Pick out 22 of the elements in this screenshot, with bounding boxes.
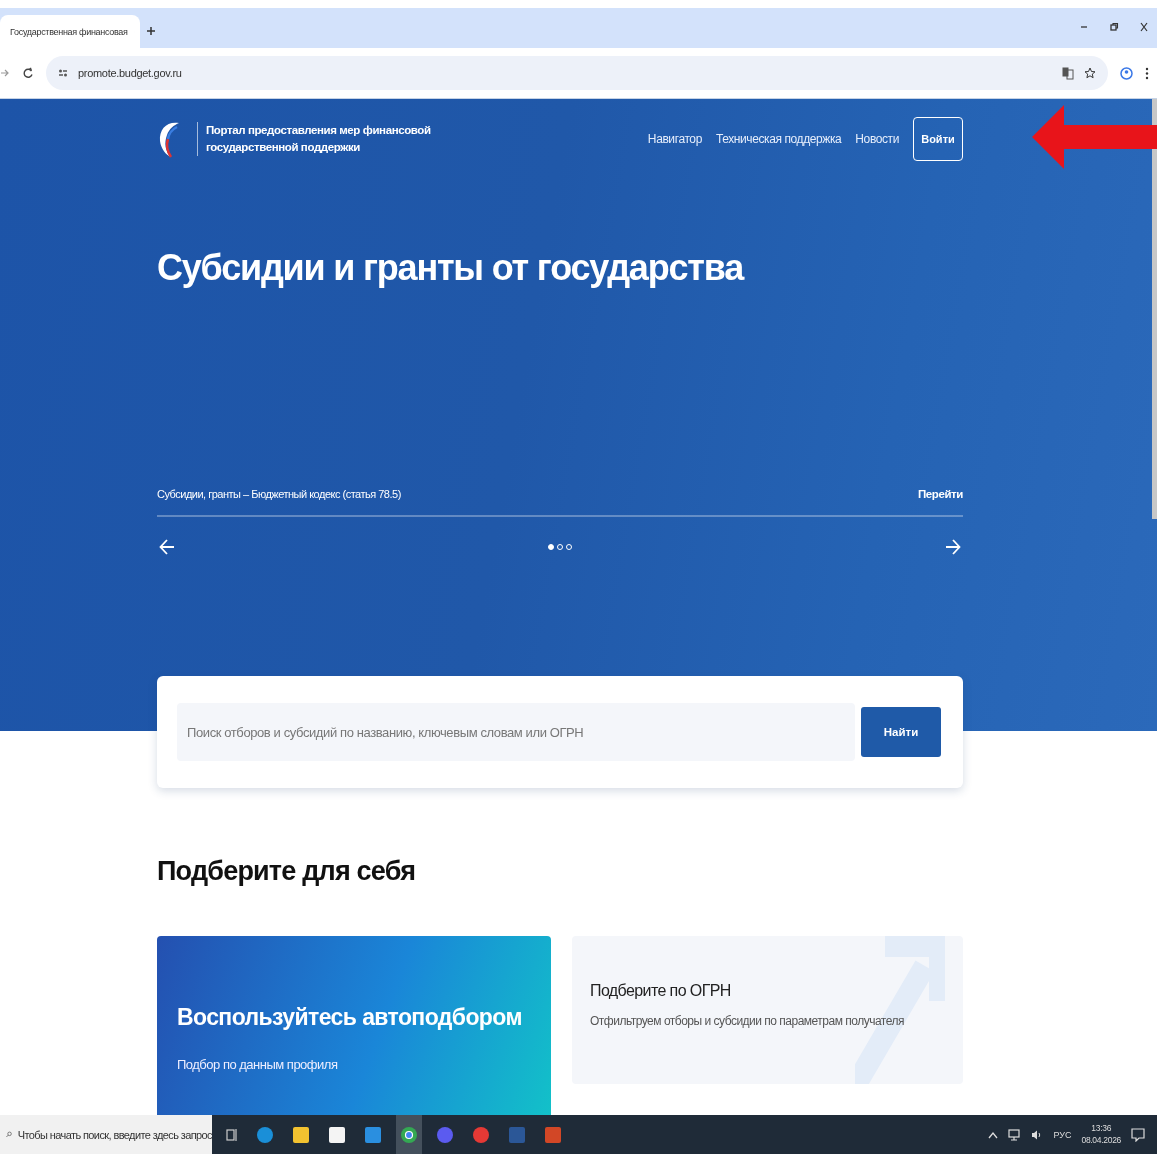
card-title: Воспользуйтесь автоподбором <box>177 1004 523 1031</box>
language-indicator[interactable]: РУС <box>1053 1129 1072 1140</box>
go-link[interactable]: Перейти <box>917 488 963 500</box>
card-title: Подберите по ОГРН <box>590 982 732 1000</box>
nav-link[interactable]: Новости <box>855 132 899 146</box>
nav-link[interactable]: Навигатор <box>647 132 702 146</box>
option-card[interactable]: Воспользуйтесь автоподбором Подбор по данным профиля <box>157 936 551 1115</box>
search-button[interactable]: Найти <box>861 707 941 757</box>
hero-title: Субсидии и гранты от государства <box>157 247 745 290</box>
address-field[interactable]: promote.budget.gov.ru <box>46 56 1108 90</box>
nav-link[interactable]: Техническая поддержка <box>715 132 842 146</box>
card-subtitle: Отфильтруем отборы и субсидии по параметрам получателя <box>590 1014 905 1028</box>
search-field[interactable]: Поиск отборов и субсидий по названию, ключевым словам или ОГРН <box>177 703 855 761</box>
section-title: Подберите для себя <box>157 856 417 888</box>
card-subtitle: Подбор по данным профиля <box>177 1057 339 1072</box>
option-card[interactable]: Подберите по ОГРН Отфильтруем отборы и субсидии по параметрам получателя <box>572 936 963 1084</box>
portal-name: Портал предоставления мер финансовой государственной поддержки <box>197 121 441 157</box>
taskbar-search-field[interactable]: Чтобы начать поиск, введите здесь запрос <box>0 1115 212 1154</box>
clock[interactable]: 13:36 08.04.2026 <box>1081 1123 1121 1146</box>
slide-caption: Субсидии, гранты – Бюджетный кодекс (статья 78.5) <box>157 488 401 500</box>
login-button[interactable]: Войти <box>913 117 963 161</box>
browser-tab[interactable]: Государственная финансовая <box>0 15 140 48</box>
